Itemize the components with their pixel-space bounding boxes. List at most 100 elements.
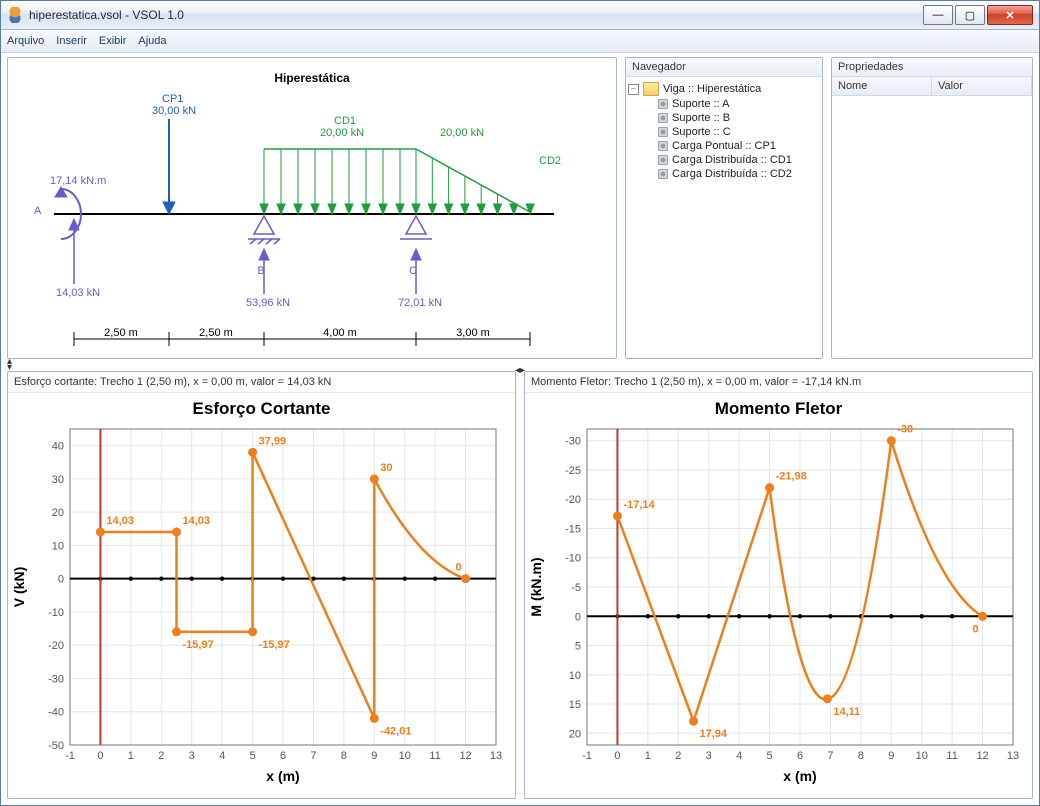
close-button[interactable]: ✕ xyxy=(987,5,1033,25)
svg-text:30: 30 xyxy=(380,462,392,474)
shear-chart[interactable]: -1012345678910111213-50-40-30-20-1001020… xyxy=(8,421,510,791)
maximize-button[interactable]: ▢ xyxy=(955,5,985,25)
svg-text:11: 11 xyxy=(946,750,957,762)
svg-text:7: 7 xyxy=(827,750,833,762)
svg-text:-25: -25 xyxy=(565,465,581,477)
tree-item[interactable]: Suporte :: B xyxy=(628,111,820,125)
svg-text:-40: -40 xyxy=(48,707,64,719)
svg-text:CD2: CD2 xyxy=(539,155,561,167)
menu-ajuda[interactable]: Ajuda xyxy=(138,35,166,47)
svg-text:x (m): x (m) xyxy=(266,768,299,784)
svg-text:4,00 m: 4,00 m xyxy=(323,327,357,339)
svg-text:4: 4 xyxy=(736,750,742,762)
node-icon xyxy=(658,141,668,151)
shear-chart-panel: Esforço cortante: Trecho 1 (2,50 m), x =… xyxy=(7,371,516,799)
properties-col-value: Valor xyxy=(932,77,1032,95)
svg-text:CD1: CD1 xyxy=(334,115,356,127)
moment-chart[interactable]: -1012345678910111213-30-25-20-15-10-5051… xyxy=(525,421,1027,791)
vertical-splitter[interactable]: ◂▸ xyxy=(516,371,524,799)
node-icon xyxy=(658,99,668,109)
svg-text:20,00 kN: 20,00 kN xyxy=(440,127,484,139)
svg-text:-20: -20 xyxy=(565,494,581,506)
svg-text:-50: -50 xyxy=(48,740,64,752)
svg-text:13: 13 xyxy=(1007,750,1019,762)
shear-status: Esforço cortante: Trecho 1 (2,50 m), x =… xyxy=(8,372,515,393)
svg-text:17,14 kN.m: 17,14 kN.m xyxy=(50,175,106,187)
chevron-right-icon: ▸ xyxy=(520,365,525,376)
svg-text:12: 12 xyxy=(976,750,988,762)
svg-text:9: 9 xyxy=(888,750,894,762)
svg-text:0: 0 xyxy=(575,611,581,623)
svg-text:x (m): x (m) xyxy=(783,768,816,784)
svg-text:53,96 kN: 53,96 kN xyxy=(246,297,290,309)
navigator-tree[interactable]: – Viga :: Hiperestática Suporte :: ASupo… xyxy=(626,77,822,185)
tree-item[interactable]: Carga Distribuída :: CD1 xyxy=(628,153,820,167)
properties-col-name: Nome xyxy=(832,77,932,95)
svg-text:-10: -10 xyxy=(48,607,64,619)
svg-text:0: 0 xyxy=(97,750,103,762)
svg-text:72,01 kN: 72,01 kN xyxy=(398,297,442,309)
tree-root[interactable]: – Viga :: Hiperestática xyxy=(628,81,820,97)
svg-text:C: C xyxy=(409,265,417,277)
svg-text:12: 12 xyxy=(459,750,471,762)
svg-text:30,00 kN: 30,00 kN xyxy=(152,105,196,117)
node-icon xyxy=(658,169,668,179)
menu-inserir[interactable]: Inserir xyxy=(56,35,87,47)
tree-item[interactable]: Suporte :: C xyxy=(628,125,820,139)
node-icon xyxy=(658,113,668,123)
svg-text:-5: -5 xyxy=(571,582,581,594)
svg-text:10: 10 xyxy=(52,540,64,552)
svg-text:6: 6 xyxy=(280,750,286,762)
svg-text:3,00 m: 3,00 m xyxy=(456,327,490,339)
tree-item[interactable]: Carga Pontual :: CP1 xyxy=(628,139,820,153)
svg-text:-15: -15 xyxy=(565,523,581,535)
beam-diagram: Hiperestática 17,14 kN.m A 14,03 kN xyxy=(14,64,610,352)
svg-text:2,50 m: 2,50 m xyxy=(199,327,233,339)
svg-text:-21,98: -21,98 xyxy=(776,471,807,483)
svg-text:20: 20 xyxy=(569,728,581,740)
svg-text:1: 1 xyxy=(128,750,134,762)
svg-text:37,99: 37,99 xyxy=(259,435,287,447)
svg-text:0: 0 xyxy=(614,750,620,762)
moment-chart-panel: Momento Fletor: Trecho 1 (2,50 m), x = 0… xyxy=(524,371,1033,799)
svg-text:CP1: CP1 xyxy=(162,93,183,105)
properties-title: Propriedades xyxy=(832,58,1032,77)
tree-root-label: Viga :: Hiperestática xyxy=(663,83,761,95)
svg-text:10: 10 xyxy=(399,750,411,762)
svg-text:-1: -1 xyxy=(582,750,592,762)
svg-text:5: 5 xyxy=(767,750,773,762)
svg-text:10: 10 xyxy=(916,750,928,762)
svg-text:5: 5 xyxy=(250,750,256,762)
svg-text:5: 5 xyxy=(575,641,581,653)
beam-diagram-panel[interactable]: Hiperestática 17,14 kN.m A 14,03 kN xyxy=(7,57,617,359)
titlebar[interactable]: hiperestatica.vsol - VSOL 1.0 — ▢ ✕ xyxy=(1,1,1039,30)
svg-text:11: 11 xyxy=(429,750,440,762)
svg-text:8: 8 xyxy=(341,750,347,762)
svg-text:V (kN): V (kN) xyxy=(11,567,27,607)
svg-text:7: 7 xyxy=(310,750,316,762)
shear-chart-title: Esforço Cortante xyxy=(8,393,515,421)
svg-text:8: 8 xyxy=(858,750,864,762)
svg-text:3: 3 xyxy=(189,750,195,762)
svg-text:13: 13 xyxy=(490,750,502,762)
moment-chart-title: Momento Fletor xyxy=(525,393,1032,421)
svg-text:-10: -10 xyxy=(565,553,581,565)
svg-text:3: 3 xyxy=(706,750,712,762)
menu-exibir[interactable]: Exibir xyxy=(99,35,127,47)
collapse-icon[interactable]: – xyxy=(628,84,639,95)
svg-text:M (kN.m): M (kN.m) xyxy=(528,557,544,616)
minimize-button[interactable]: — xyxy=(923,5,953,25)
svg-text:B: B xyxy=(257,265,264,277)
node-icon xyxy=(658,127,668,137)
window-title: hiperestatica.vsol - VSOL 1.0 xyxy=(29,8,921,22)
menu-arquivo[interactable]: Arquivo xyxy=(7,35,44,47)
svg-text:14,03: 14,03 xyxy=(106,515,134,527)
tree-item[interactable]: Carga Distribuída :: CD2 xyxy=(628,167,820,181)
svg-text:15: 15 xyxy=(569,699,581,711)
svg-text:14,03 kN: 14,03 kN xyxy=(56,287,100,299)
svg-text:40: 40 xyxy=(52,441,64,453)
tree-item[interactable]: Suporte :: A xyxy=(628,97,820,111)
svg-text:2: 2 xyxy=(675,750,681,762)
beam-title: Hiperestática xyxy=(274,71,350,85)
svg-text:30: 30 xyxy=(52,474,64,486)
